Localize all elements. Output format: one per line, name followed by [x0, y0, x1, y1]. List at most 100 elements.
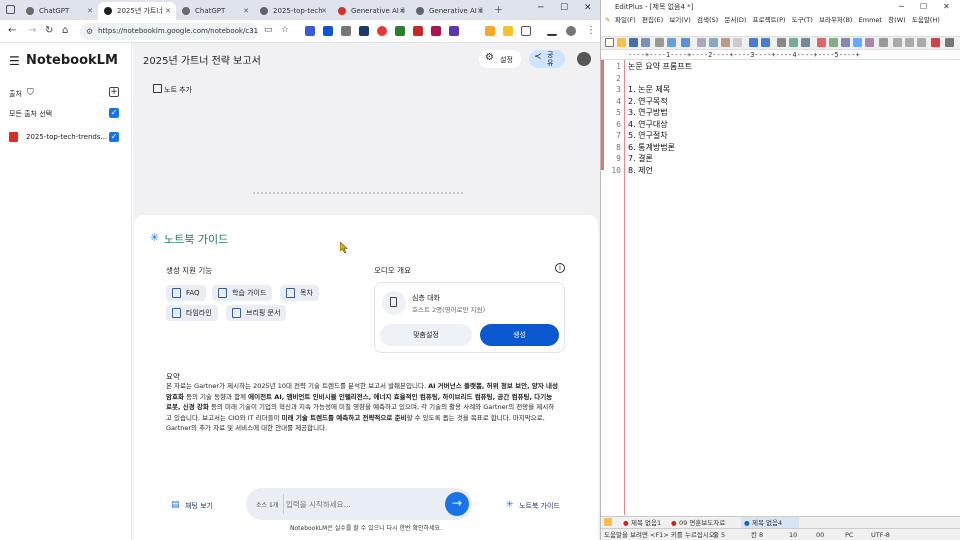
browser-menu-icon[interactable]: ⋮ [586, 25, 596, 36]
menu-edit[interactable]: 편집(E) [642, 16, 663, 24]
source-checkbox[interactable]: ✓ [109, 132, 119, 142]
browser-tab-active[interactable]: 2025년 가트너 ✕ [98, 2, 176, 20]
info-icon[interactable]: i [555, 263, 565, 273]
settings-button[interactable]: ⚙ 설정 [479, 50, 521, 68]
minimize-icon[interactable]: ─ [899, 2, 904, 11]
chat-input[interactable] [286, 496, 426, 512]
forward-icon[interactable]: → [28, 25, 36, 36]
address-bar[interactable]: ⚙ https://notebooklm.google.com/notebook/… [80, 23, 258, 40]
menu-file[interactable]: 파일(F) [615, 16, 636, 24]
minimize-icon[interactable]: ─ [538, 3, 543, 13]
copy-icon[interactable] [709, 38, 718, 47]
extension-icon[interactable] [395, 26, 405, 36]
chat-view-button[interactable]: 채팅 보기 [185, 501, 213, 511]
spell-icon[interactable] [681, 38, 690, 47]
chip-study-guide[interactable]: 학습 가이드 [212, 285, 273, 301]
extension-icon[interactable] [377, 26, 387, 36]
extension-icon[interactable] [323, 26, 333, 36]
close-icon[interactable]: ✕ [165, 7, 171, 15]
tab-menu-icon[interactable] [6, 5, 15, 14]
menu-window[interactable]: 창(W) [888, 16, 905, 24]
tile-icon[interactable] [905, 38, 914, 47]
line-number-icon[interactable] [853, 38, 862, 47]
browser-tab[interactable]: Generative AI ii ✕ [332, 2, 410, 20]
select-all-checkbox[interactable]: ✓ [109, 108, 119, 118]
redo-icon[interactable] [761, 38, 770, 47]
customize-button[interactable]: 맞춤설정 [380, 324, 472, 346]
folder-icon[interactable] [604, 518, 612, 526]
profile-avatar-icon[interactable] [566, 26, 576, 36]
generate-button[interactable]: 생성 [480, 324, 559, 346]
print-icon[interactable] [655, 38, 664, 47]
extension-icon[interactable] [503, 26, 513, 36]
menu-project[interactable]: 프로젝트(P) [753, 16, 786, 24]
maximize-icon[interactable]: ☐ [920, 2, 927, 11]
close-icon[interactable]: ✕ [243, 7, 249, 15]
save-icon[interactable] [629, 38, 638, 47]
cascade-icon[interactable] [917, 38, 926, 47]
bookmark-icon[interactable]: ☆ [281, 25, 289, 35]
extensions-puzzle-icon[interactable] [521, 26, 531, 36]
wrap-icon[interactable] [829, 38, 838, 47]
undo-icon[interactable] [749, 38, 758, 47]
menu-view[interactable]: 보기(V) [669, 16, 690, 24]
add-source-icon[interactable]: + [109, 87, 119, 97]
guide-toggle-button[interactable]: 노트북 가이드 [519, 501, 560, 511]
find-icon[interactable] [777, 38, 786, 47]
maximize-icon[interactable]: ☐ [560, 3, 568, 13]
chip-briefing[interactable]: 브리핑 문서 [226, 305, 287, 321]
find-next-icon[interactable] [801, 38, 810, 47]
menu-icon[interactable]: ☰ [9, 54, 20, 68]
send-button[interactable]: → [445, 492, 469, 516]
cut-icon[interactable] [697, 38, 706, 47]
new-file-icon[interactable] [605, 38, 614, 47]
chip-faq[interactable]: FAQ [166, 285, 206, 301]
close-icon[interactable]: ✕ [477, 7, 483, 15]
close-window-icon[interactable]: ✕ [584, 3, 592, 13]
browser-tab[interactable]: Generative AI ii ✕ [410, 2, 488, 20]
delete-icon[interactable] [733, 38, 742, 47]
add-note-button[interactable]: 노트 추가 [164, 85, 192, 95]
extension-icon[interactable] [305, 26, 315, 36]
extension-icon[interactable] [413, 26, 423, 36]
menu-document[interactable]: 문서(D) [724, 16, 746, 24]
site-info-icon[interactable]: ⚙ [86, 23, 93, 40]
window-icon[interactable] [893, 38, 902, 47]
extension-icon[interactable] [341, 26, 351, 36]
settings-icon[interactable] [879, 38, 888, 47]
back-icon[interactable]: ← [8, 25, 16, 36]
close-icon[interactable]: ✕ [87, 7, 93, 15]
save-all-icon[interactable] [641, 38, 650, 47]
font-icon[interactable] [817, 38, 826, 47]
extension-icon[interactable] [431, 26, 441, 36]
close-icon[interactable]: ✕ [321, 7, 327, 15]
ruler-icon[interactable] [841, 38, 850, 47]
menu-tools[interactable]: 도구(T) [792, 16, 813, 24]
new-tab-icon[interactable]: ＋ [494, 3, 503, 16]
close-doc-icon[interactable] [931, 38, 940, 47]
extension-icon[interactable] [359, 26, 369, 36]
more-icon[interactable] [945, 38, 954, 47]
reload-icon[interactable]: ↻ [45, 25, 53, 36]
whitespace-icon[interactable] [865, 38, 874, 47]
share-button[interactable]: ≺ 공유 [529, 50, 565, 68]
user-avatar[interactable] [577, 52, 591, 66]
preview-icon[interactable] [667, 38, 676, 47]
menu-search[interactable]: 검색(S) [697, 16, 718, 24]
close-icon[interactable]: ✕ [399, 7, 405, 15]
extension-icon[interactable] [485, 26, 495, 36]
extension-icon[interactable] [449, 26, 459, 36]
home-icon[interactable]: ⌂ [62, 25, 68, 36]
download-icon[interactable] [547, 26, 557, 36]
source-item-label[interactable]: 2025-top-tech-trends... [26, 133, 107, 141]
chip-toc[interactable]: 목차 [280, 285, 319, 301]
menu-help[interactable]: 도움말(H) [912, 16, 940, 24]
browser-tab[interactable]: ChatGPT ✕ [176, 2, 254, 20]
menu-emmet[interactable]: Emmet [859, 16, 882, 24]
open-icon[interactable] [617, 38, 626, 47]
chip-timeline[interactable]: 타임라인 [166, 305, 218, 321]
browser-tab[interactable]: ChatGPT ✕ [20, 2, 98, 20]
menu-browser[interactable]: 브라우저(B) [819, 16, 852, 24]
notebook-title[interactable]: 2025년 가트너 전략 보고서 [143, 52, 261, 67]
replace-icon[interactable] [789, 38, 798, 47]
